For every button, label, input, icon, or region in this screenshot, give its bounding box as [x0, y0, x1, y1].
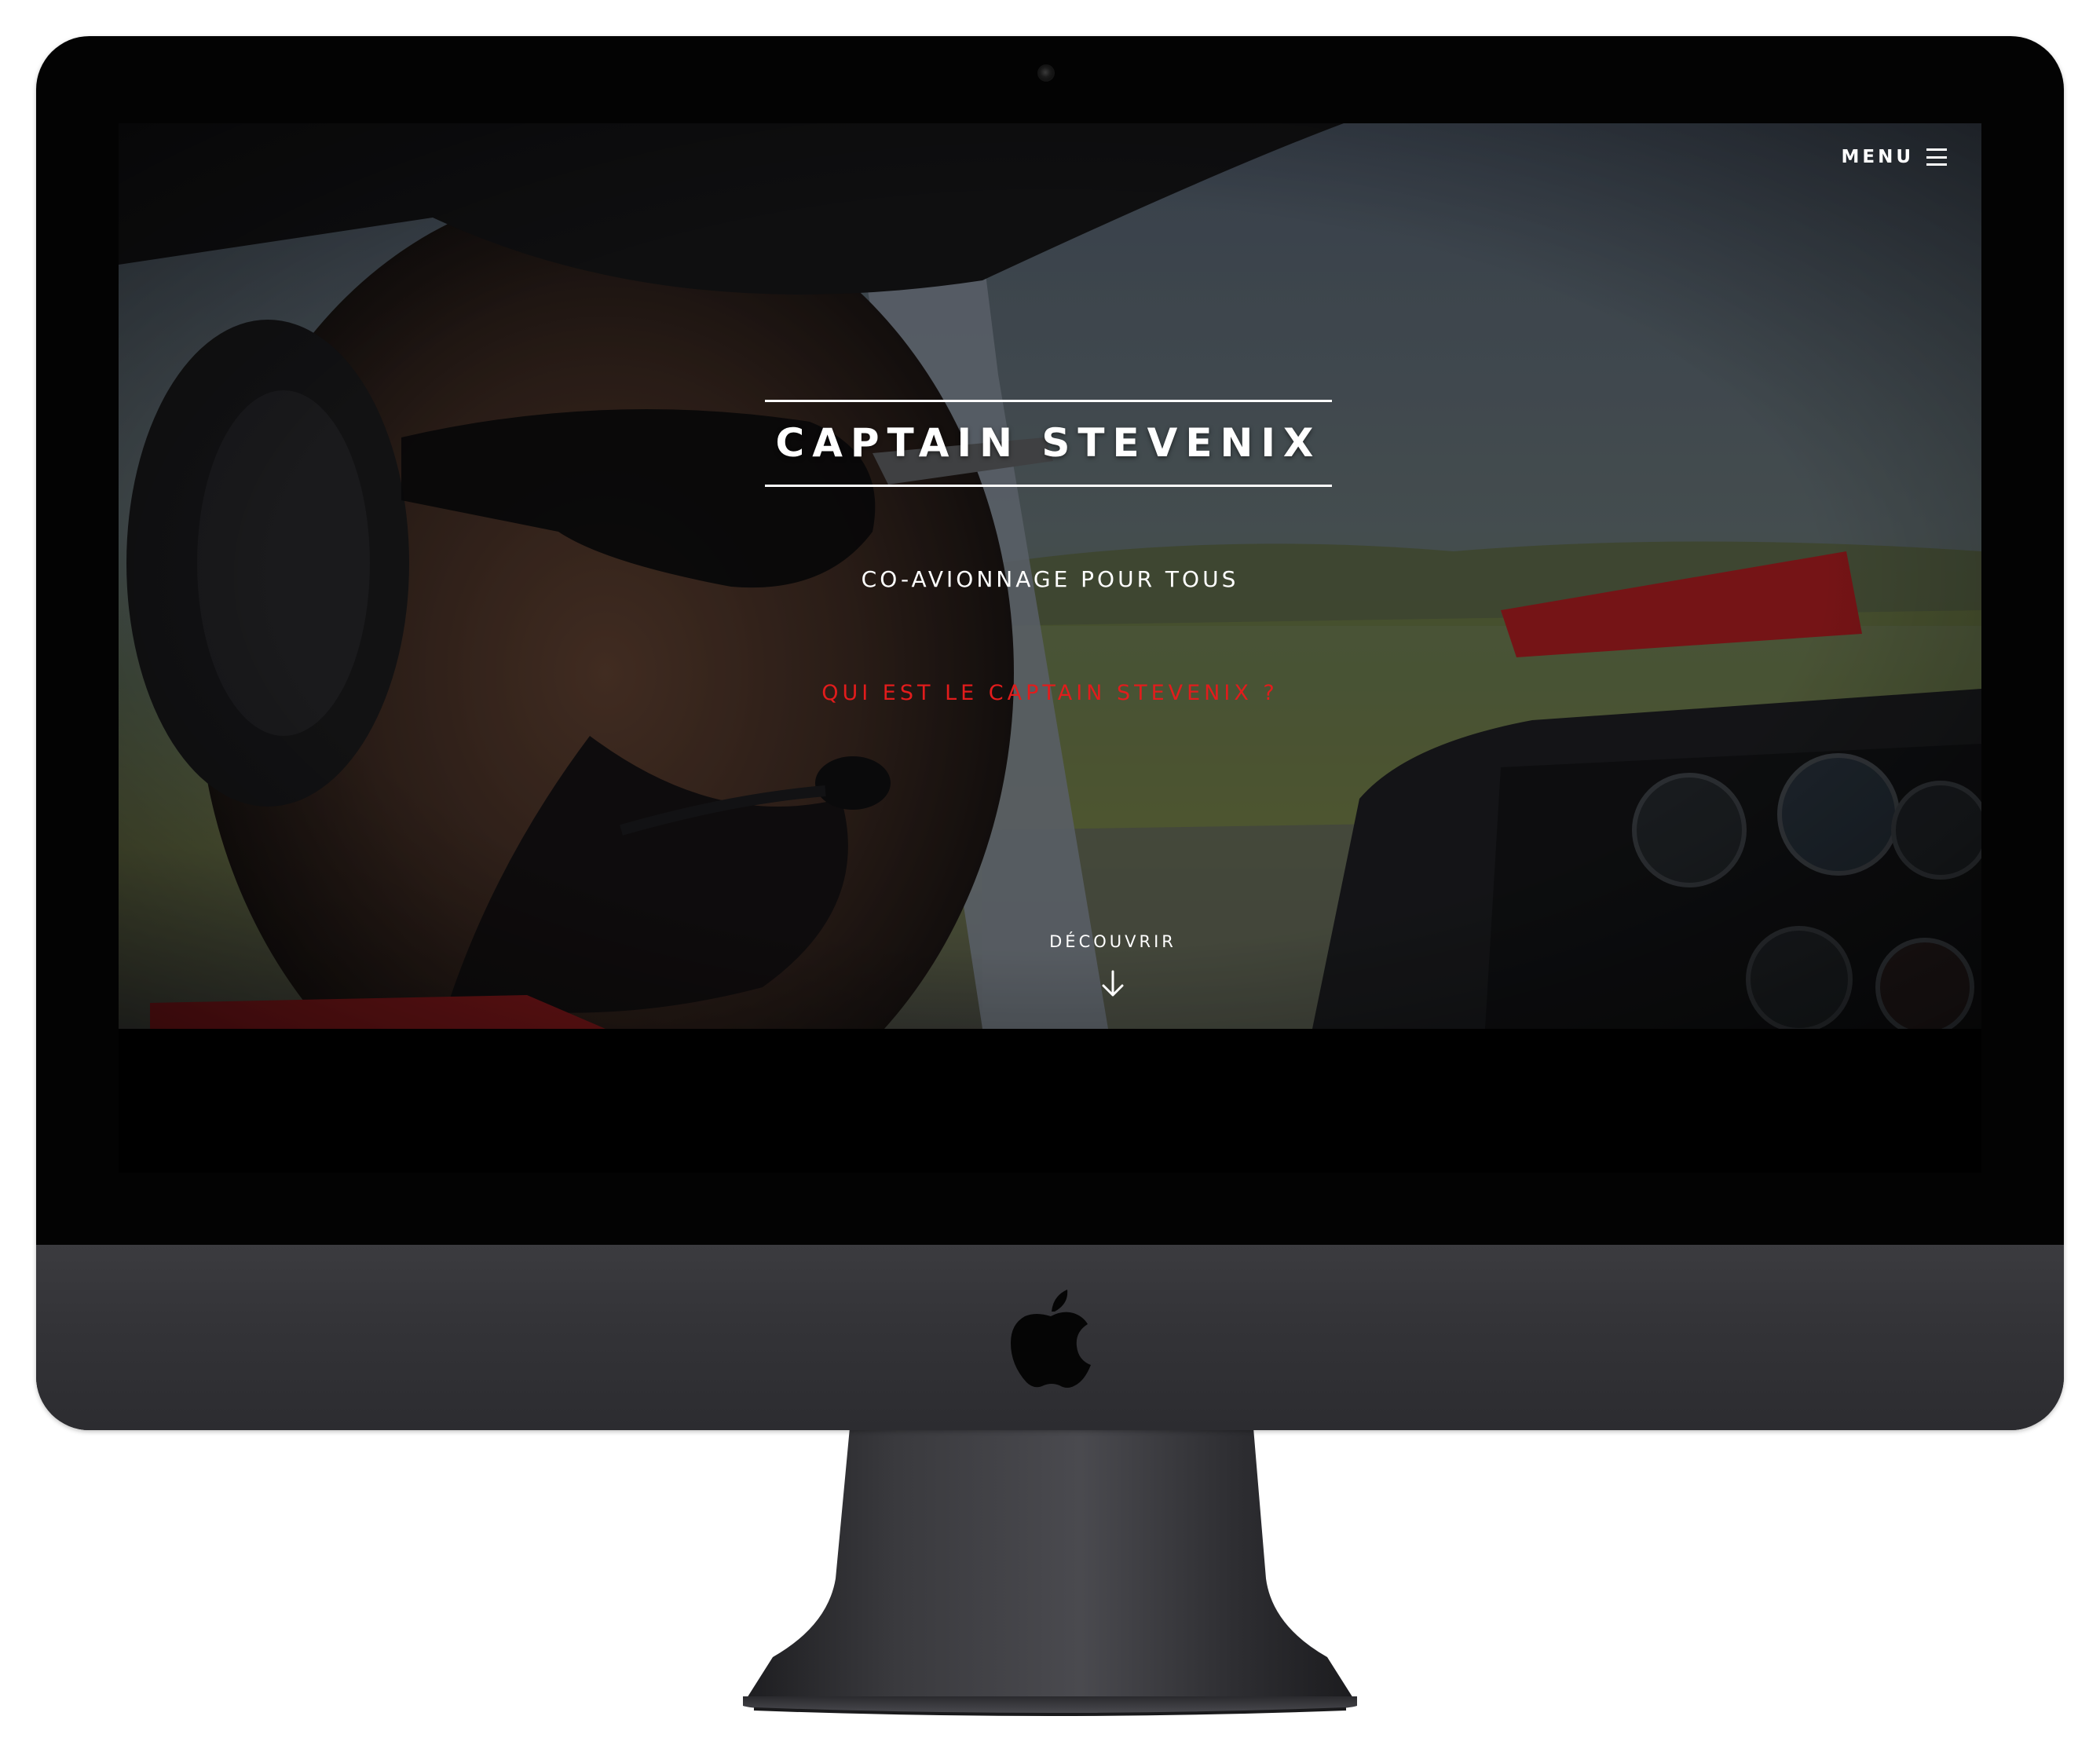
apple-logo — [1011, 1290, 1091, 1388]
imac-chin — [36, 1245, 2064, 1430]
imac-frame: MENU CAPTAIN STEVENIX CO-AVIONNAGE POUR … — [36, 36, 2064, 1430]
about-captain-link[interactable]: QUI EST LE CAPTAIN STEVENIX ? — [821, 681, 1279, 705]
about-link-container: QUI EST LE CAPTAIN STEVENIX ? — [119, 681, 1981, 705]
camera — [1037, 64, 1055, 82]
discover-label: DÉCOUVRIR — [1049, 932, 1176, 951]
hamburger-icon — [1926, 148, 1947, 166]
title-block: CAPTAIN STEVENIX — [765, 400, 1332, 487]
menu-label: MENU — [1841, 147, 1914, 167]
arrow-down-icon — [1102, 970, 1124, 997]
hero-section: MENU CAPTAIN STEVENIX CO-AVIONNAGE POUR … — [119, 123, 1981, 1029]
screen: MENU CAPTAIN STEVENIX CO-AVIONNAGE POUR … — [119, 123, 1981, 1173]
menu-button[interactable]: MENU — [1841, 147, 1947, 167]
site-title: CAPTAIN STEVENIX — [775, 420, 1322, 466]
site-subtitle: CO-AVIONNAGE POUR TOUS — [861, 566, 1239, 592]
discover-button[interactable]: DÉCOUVRIR — [1042, 932, 1184, 1000]
